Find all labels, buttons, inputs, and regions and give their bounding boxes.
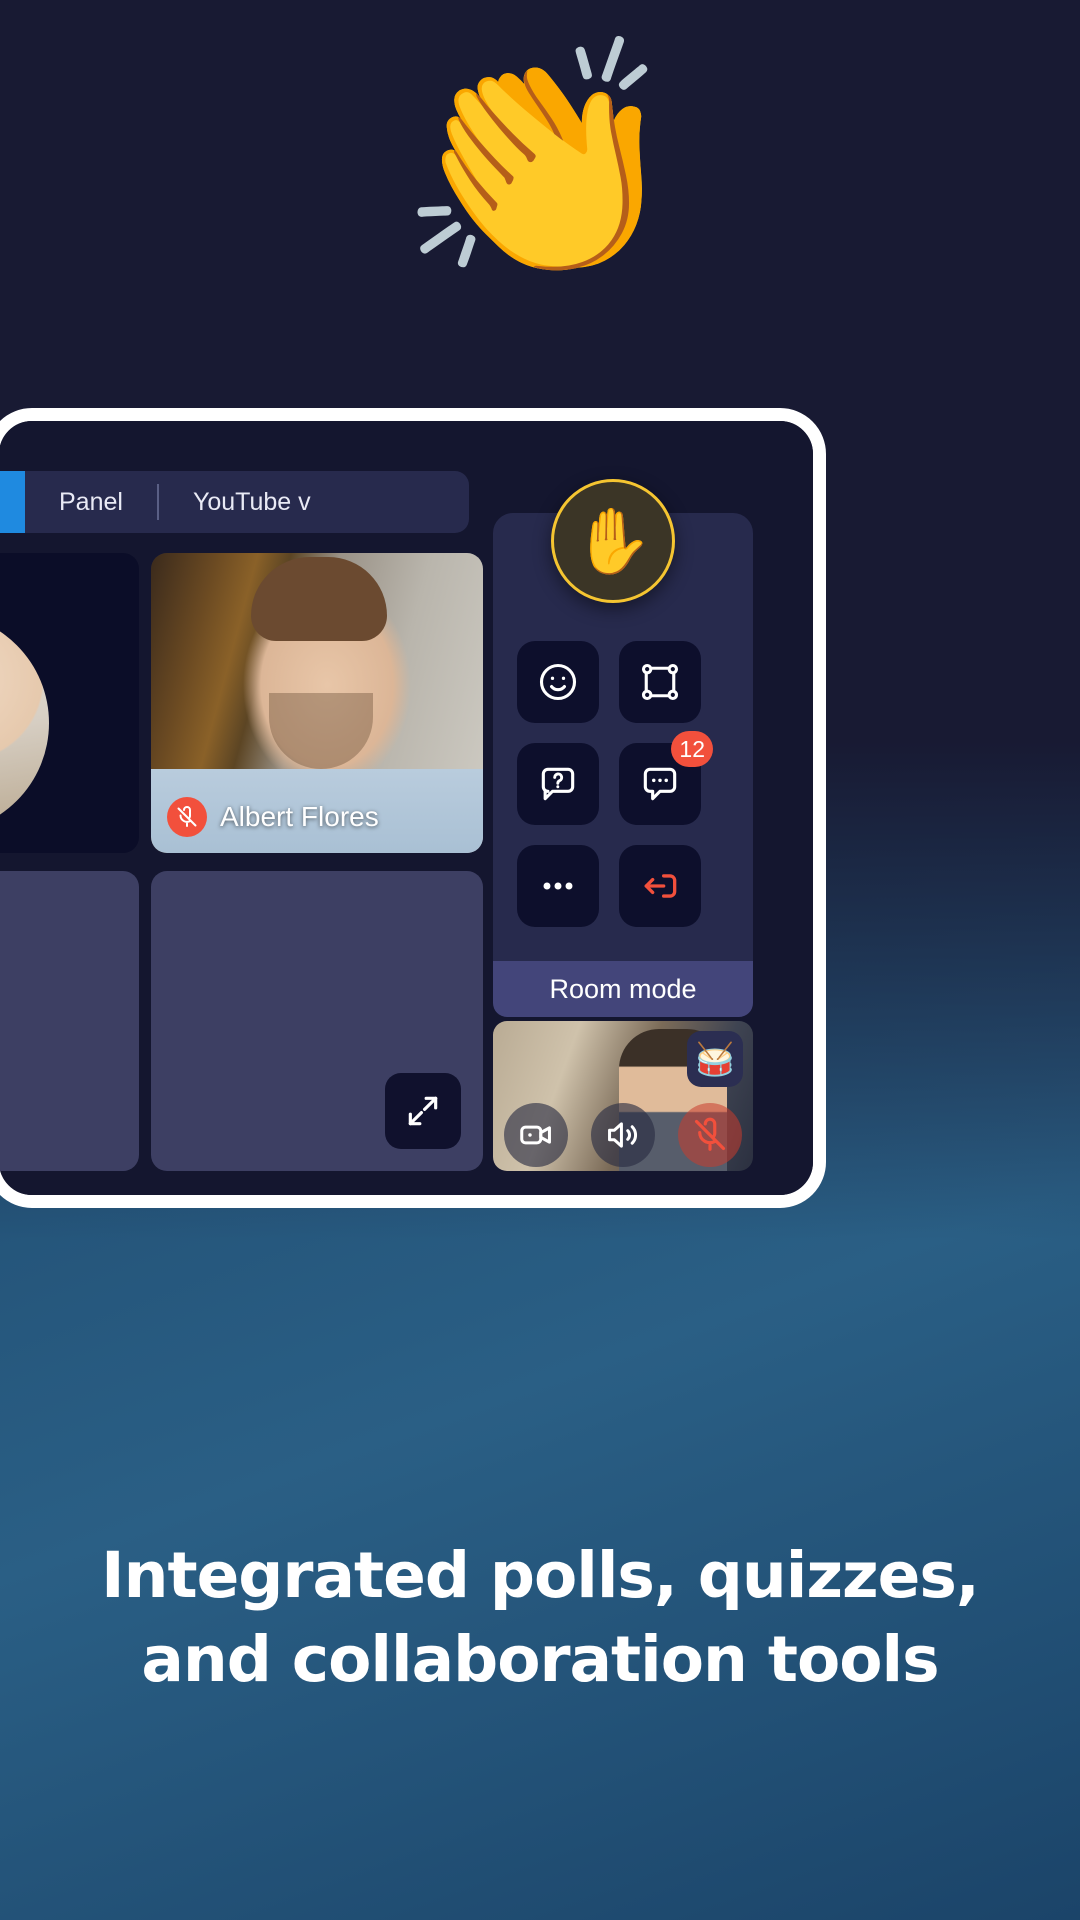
tab-bar: Panel YouTube v [0,471,469,533]
participant-name-text: Albert Flores [220,801,379,832]
exit-icon[interactable] [619,845,701,927]
participant-name-label: Albert Flores [167,797,379,837]
camera-icon[interactable] [504,1103,569,1167]
self-view-controls [493,1103,753,1167]
promo-headline: Integrated polls, quizzes, and collabora… [0,1534,1080,1702]
participant-hair [251,557,387,641]
self-view-tile[interactable]: 🥁 [493,1021,753,1171]
participant-tile-partial[interactable]: e [0,553,139,853]
raise-hand-icon[interactable]: ✋ [551,479,675,603]
hero-section: 👏 [0,0,1080,420]
speaker-icon[interactable] [590,1103,655,1167]
participant-avatar [0,613,49,833]
tab-active-indicator[interactable] [0,471,25,533]
chat-bubble-icon[interactable]: 12 [619,731,713,825]
chat-unread-badge: 12 [671,731,713,767]
whiteboard-icon[interactable] [619,641,701,723]
tab-panel[interactable]: Panel [25,488,157,517]
smiley-icon[interactable] [517,641,599,723]
more-dots-icon[interactable] [517,845,599,927]
participant-tile-empty-left[interactable] [0,871,139,1171]
expand-icon[interactable] [385,1073,461,1149]
tab-youtube-video[interactable]: YouTube v [159,488,345,517]
control-icon-grid: 12 [517,641,713,927]
device-frame: Panel YouTube v e [0,408,826,1208]
mic-off-icon [167,797,207,837]
app-screen: Panel YouTube v e [0,421,813,1195]
mic-off-icon[interactable] [677,1103,742,1167]
room-mode-button[interactable]: Room mode [493,961,753,1017]
clapping-hands-emoji: 👏 [396,32,684,289]
headline-line-2: and collaboration tools [141,1622,939,1696]
participant-face [269,693,373,769]
participant-tile-empty-right[interactable] [151,871,483,1171]
question-bubble-icon[interactable] [517,743,599,825]
headline-line-1: Integrated polls, quizzes, [101,1539,980,1612]
drum-reaction-icon[interactable]: 🥁 [687,1031,743,1087]
participant-tile-albert-flores[interactable]: Albert Flores [151,553,483,853]
